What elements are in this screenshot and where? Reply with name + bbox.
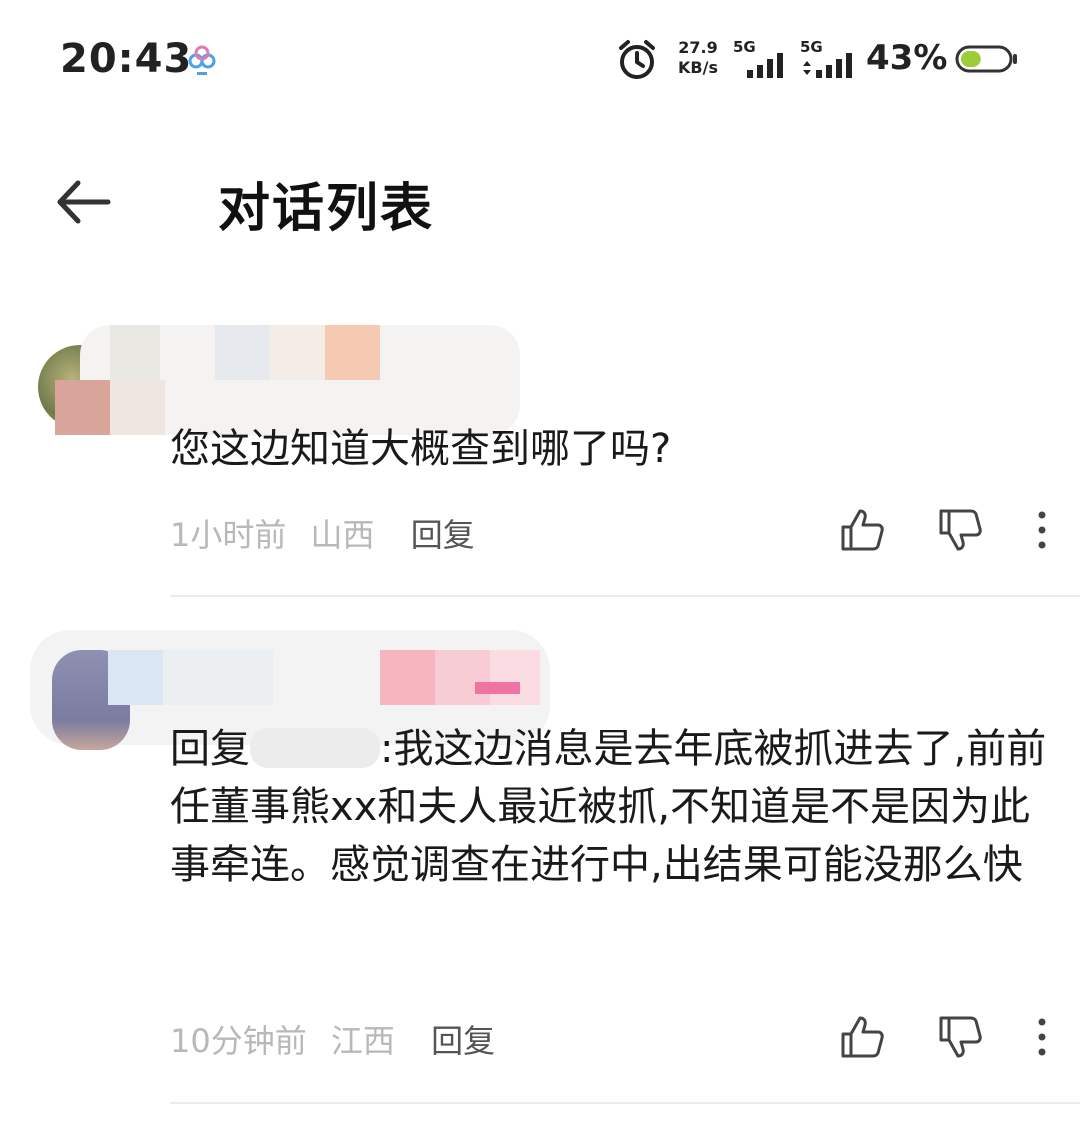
comment-location: 江西 — [330, 1022, 395, 1060]
network-speed: 27.9 KB/s — [670, 38, 726, 78]
reply-button[interactable]: 回复 — [431, 1022, 495, 1060]
page-title: 对话列表 — [218, 179, 435, 239]
mosaic-block — [325, 325, 380, 380]
mosaic-block — [110, 325, 160, 380]
battery-icon — [955, 45, 1017, 73]
divider — [170, 1102, 1080, 1104]
comment-item: 您这边知道大概查到哪了吗? 1小时前 山西 回复 — [0, 320, 1080, 600]
mosaic-block — [270, 325, 325, 380]
comment-text: 您这边知道大概查到哪了吗? — [170, 426, 672, 470]
comment-item: 回复:我这边消息是去年底被抓进去了,前前任董事熊xx和夫人最近被抓,不知道是不是… — [0, 620, 1080, 1120]
alarm-icon — [619, 40, 655, 79]
mosaic-block — [380, 650, 435, 705]
comment-meta: 1小时前 山西 回复 — [170, 510, 489, 556]
comment-location: 山西 — [310, 516, 375, 554]
comment-text: 回复:我这边消息是去年底被抓进去了,前前任董事熊xx和夫人最近被抓,不知道是不是… — [170, 720, 1050, 894]
battery-fill — [961, 51, 981, 67]
header: 对话列表 — [0, 140, 1080, 260]
divider — [170, 595, 1080, 597]
sim1-signal: 5G — [733, 38, 793, 80]
thumbs-up-icon[interactable] — [838, 505, 888, 555]
mosaic-block — [110, 380, 165, 435]
status-time: 20:43 — [60, 36, 193, 82]
status-bar: 20:43 27.9 KB/s 5G 5G 43% — [0, 0, 1080, 118]
signal-icon — [747, 53, 783, 78]
mosaic-block — [215, 325, 270, 380]
thumbs-down-icon[interactable] — [936, 505, 986, 555]
thumbs-up-icon[interactable] — [838, 1012, 888, 1062]
mosaic-block — [475, 682, 520, 694]
back-arrow-icon[interactable] — [52, 170, 116, 234]
mosaic-block — [435, 650, 490, 705]
mosaic-block — [490, 650, 540, 705]
network-speed-unit: KB/s — [678, 58, 718, 77]
sim2-signal: 5G — [800, 38, 860, 80]
comment-time: 1小时前 — [170, 516, 287, 554]
comment-meta: 10分钟前 江西 回复 — [170, 1016, 509, 1062]
mosaic-block — [108, 650, 163, 705]
battery-percent: 43% — [866, 38, 948, 78]
signal-icon — [803, 53, 852, 78]
mosaic-block — [55, 380, 110, 435]
redacted-reply-target — [250, 728, 380, 768]
network-speed-value: 27.9 — [678, 38, 718, 57]
reply-button[interactable]: 回复 — [411, 516, 475, 554]
app-notification-icon — [188, 45, 216, 75]
mosaic-block — [163, 650, 273, 705]
more-icon[interactable] — [1032, 505, 1052, 555]
thumbs-down-icon[interactable] — [936, 1012, 986, 1062]
comment-time: 10分钟前 — [170, 1022, 307, 1060]
more-icon[interactable] — [1032, 1012, 1052, 1062]
reply-prefix: 回复 — [170, 726, 250, 772]
